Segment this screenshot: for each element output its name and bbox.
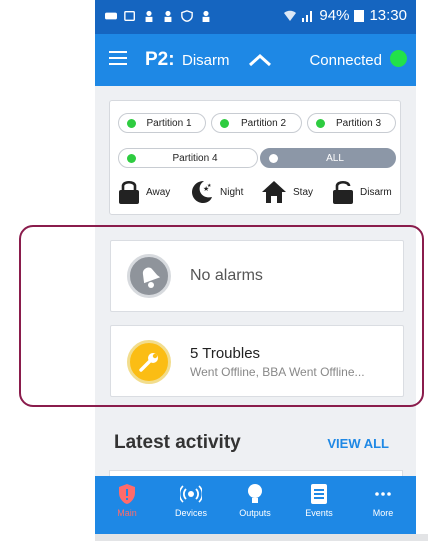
connection-status: Connected <box>309 52 382 69</box>
status-dot <box>220 119 229 128</box>
battery-icon <box>354 9 365 22</box>
bell-shape <box>142 267 161 288</box>
chevron-up-icon[interactable] <box>247 52 273 68</box>
disarm-button[interactable]: Disarm <box>332 179 392 205</box>
nav-label: Main <box>117 508 137 518</box>
troubles-card[interactable]: 5 Troubles Went Offline, BBA Went Offlin… <box>110 325 404 397</box>
lock-icon <box>119 180 139 204</box>
status-dot <box>269 154 278 163</box>
bell-icon <box>127 254 171 298</box>
messenger-icon <box>105 12 117 20</box>
nav-main[interactable]: Main <box>95 476 159 534</box>
status-dot <box>316 119 325 128</box>
mode-label: Stay <box>293 186 314 198</box>
shield-check-icon <box>181 10 193 22</box>
connection-indicator <box>390 50 407 67</box>
phone-screen: 94% 13:30 P2: Disarm Connected Partition… <box>95 0 416 534</box>
status-bar: 94% 13:30 <box>95 0 416 34</box>
list-icon <box>311 484 327 504</box>
partition-pill-3[interactable]: Partition 3 <box>307 113 396 133</box>
clock: 13:30 <box>369 7 407 24</box>
person-icon <box>202 10 210 22</box>
status-dot <box>127 119 136 128</box>
bulb-icon <box>248 484 262 503</box>
more-icon <box>375 492 391 496</box>
system-indicators: 94% 13:30 <box>283 7 407 24</box>
wrench-shape <box>139 353 158 372</box>
latest-activity-heading: Latest activity <box>114 432 241 453</box>
partition-pill-all[interactable]: ALL <box>260 148 396 168</box>
nav-outputs[interactable]: Outputs <box>223 476 287 534</box>
svg-text:★: ★ <box>207 183 212 189</box>
partition-pill-1[interactable]: Partition 1 <box>118 113 206 133</box>
shield-icon <box>119 484 135 504</box>
battery-level: 94% <box>319 7 350 24</box>
view-all-link[interactable]: VIEW ALL <box>327 436 389 451</box>
person-icon <box>145 10 153 22</box>
troubles-count: 5 Troubles <box>190 345 261 362</box>
wifi-icon <box>284 10 297 21</box>
nav-label: Outputs <box>239 508 271 518</box>
alarms-card[interactable]: No alarms <box>110 240 404 312</box>
person-icon <box>164 10 172 22</box>
nav-label: More <box>372 508 394 518</box>
partition-state: Disarm <box>182 52 230 69</box>
troubles-summary: Went Offline, BBA Went Offline... <box>190 365 365 379</box>
page-footer-strip <box>95 534 428 541</box>
mode-label: Night <box>220 186 244 198</box>
alarm-status-text: No alarms <box>190 267 263 284</box>
partition-label: ALL <box>326 152 344 164</box>
screen-icon <box>124 11 135 21</box>
menu-icon[interactable] <box>109 51 127 65</box>
nav-label: Events <box>305 508 333 518</box>
partition-pill-2[interactable]: Partition 2 <box>211 113 302 133</box>
mode-label: Disarm <box>360 186 392 198</box>
moon-stars-icon: ★★ <box>192 181 212 203</box>
partition-label: Partition 4 <box>172 152 218 164</box>
app-bar: P2: Disarm Connected <box>95 34 416 86</box>
partition-title: P2: <box>145 49 175 70</box>
nav-label: Devices <box>174 508 207 518</box>
nav-events[interactable]: Events <box>287 476 351 534</box>
arm-stay-button[interactable]: Stay <box>261 179 313 205</box>
nav-more[interactable]: More <box>351 476 415 534</box>
signal-icon <box>302 10 313 22</box>
status-dot <box>127 154 136 163</box>
partition-panel: Partition 1 Partition 2 Partition 3 Part… <box>109 100 401 215</box>
bottom-navigation: Main Devices Outputs Events More <box>95 476 416 534</box>
nav-devices[interactable]: Devices <box>159 476 223 534</box>
mode-label: Away <box>146 186 171 198</box>
unlock-icon <box>333 180 353 204</box>
notification-icons <box>105 9 212 23</box>
arm-night-button[interactable]: ★ ★ Night <box>190 179 243 205</box>
sensor-icon <box>180 485 202 503</box>
partition-pill-4[interactable]: Partition 4 <box>118 148 258 168</box>
home-icon <box>262 181 286 203</box>
wrench-icon <box>127 340 171 384</box>
arm-away-button[interactable]: Away <box>118 179 170 205</box>
